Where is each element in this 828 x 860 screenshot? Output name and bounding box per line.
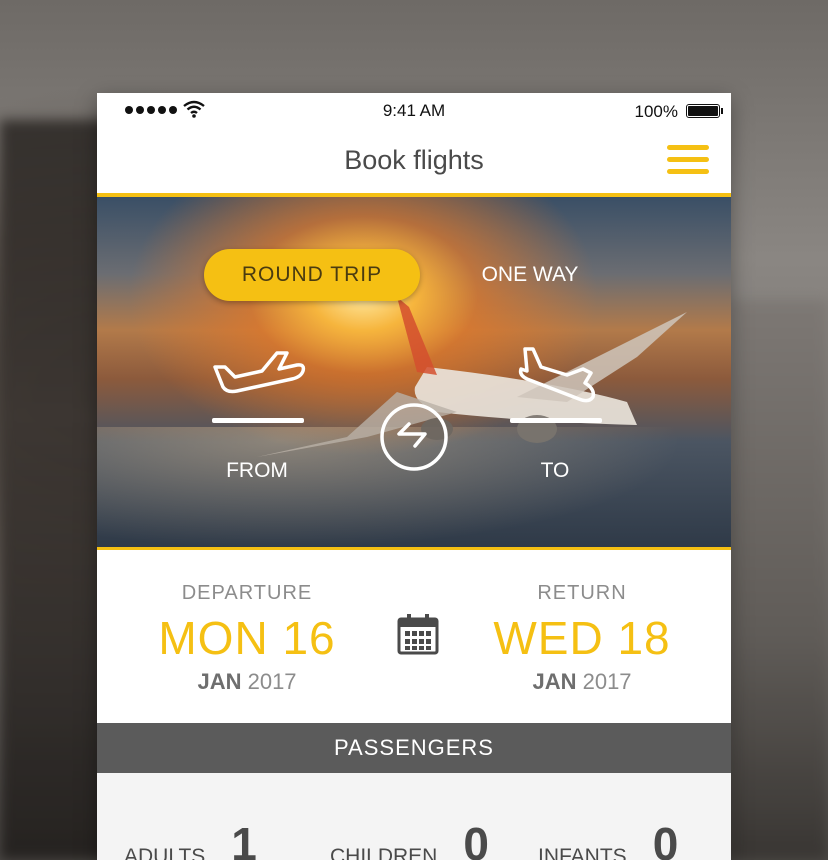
page-title: Book flights — [344, 145, 484, 175]
round-trip-button[interactable]: ROUND TRIP — [204, 249, 420, 301]
navigation-bar: Book flights — [97, 131, 731, 197]
adults-counter[interactable]: ADULTS 1 — [124, 821, 257, 860]
departure-month: JAN — [197, 669, 242, 694]
adults-count: 1 — [231, 818, 257, 860]
calendar-icon[interactable] — [397, 613, 439, 655]
to-label: TO — [540, 459, 570, 482]
dates-section: DEPARTURE MON 16 JAN 2017 RETURN WED 18 … — [97, 550, 731, 723]
infants-label: INFANTS — [538, 845, 627, 860]
children-counter[interactable]: CHILDREN 0 — [330, 821, 489, 860]
from-label: FROM — [226, 459, 288, 482]
passengers-row: ADULTS 1 CHILDREN 0 INFANTS 0 — [97, 773, 731, 860]
takeoff-plane-icon — [213, 351, 306, 394]
from-underline — [212, 418, 304, 423]
infants-counter[interactable]: INFANTS 0 — [538, 821, 678, 860]
to-underline — [510, 418, 602, 423]
battery-percentage: 100% — [634, 102, 678, 121]
return-caption: RETURN — [537, 582, 627, 604]
return-year: 2017 — [582, 669, 632, 694]
from-selector[interactable]: FROM — [207, 345, 317, 483]
landing-plane-icon — [518, 347, 596, 403]
children-count: 0 — [463, 818, 489, 860]
trip-type-toggle: ROUND TRIP ONE WAY — [204, 249, 584, 301]
phone-screen: 9:41 AM 100% Book flights ROUND TRIP ONE… — [97, 93, 731, 860]
departure-caption: DEPARTURE — [181, 582, 313, 604]
departure-year: 2017 — [247, 669, 297, 694]
passengers-header: PASSENGERS — [97, 723, 731, 773]
background-blur-right — [728, 300, 828, 860]
return-day: WED 18 — [493, 612, 671, 664]
departure-date-selector[interactable]: DEPARTURE MON 16 JAN 2017 — [122, 582, 372, 695]
one-way-button[interactable]: ONE WAY — [470, 249, 590, 301]
status-bar: 9:41 AM 100% — [97, 93, 731, 131]
return-month: JAN — [532, 669, 577, 694]
to-selector[interactable]: TO — [505, 345, 615, 483]
hamburger-menu-icon[interactable] — [667, 145, 709, 177]
battery-icon — [686, 104, 720, 118]
hero-banner: ROUND TRIP ONE WAY FROM TO — [97, 197, 731, 550]
adults-label: ADULTS — [124, 845, 206, 860]
background-blur-left — [0, 120, 110, 860]
infants-count: 0 — [652, 818, 679, 860]
swap-direction-icon[interactable] — [379, 402, 449, 472]
departure-day: MON 16 — [158, 612, 336, 664]
return-date-selector[interactable]: RETURN WED 18 JAN 2017 — [457, 582, 707, 695]
children-label: CHILDREN — [330, 845, 438, 860]
